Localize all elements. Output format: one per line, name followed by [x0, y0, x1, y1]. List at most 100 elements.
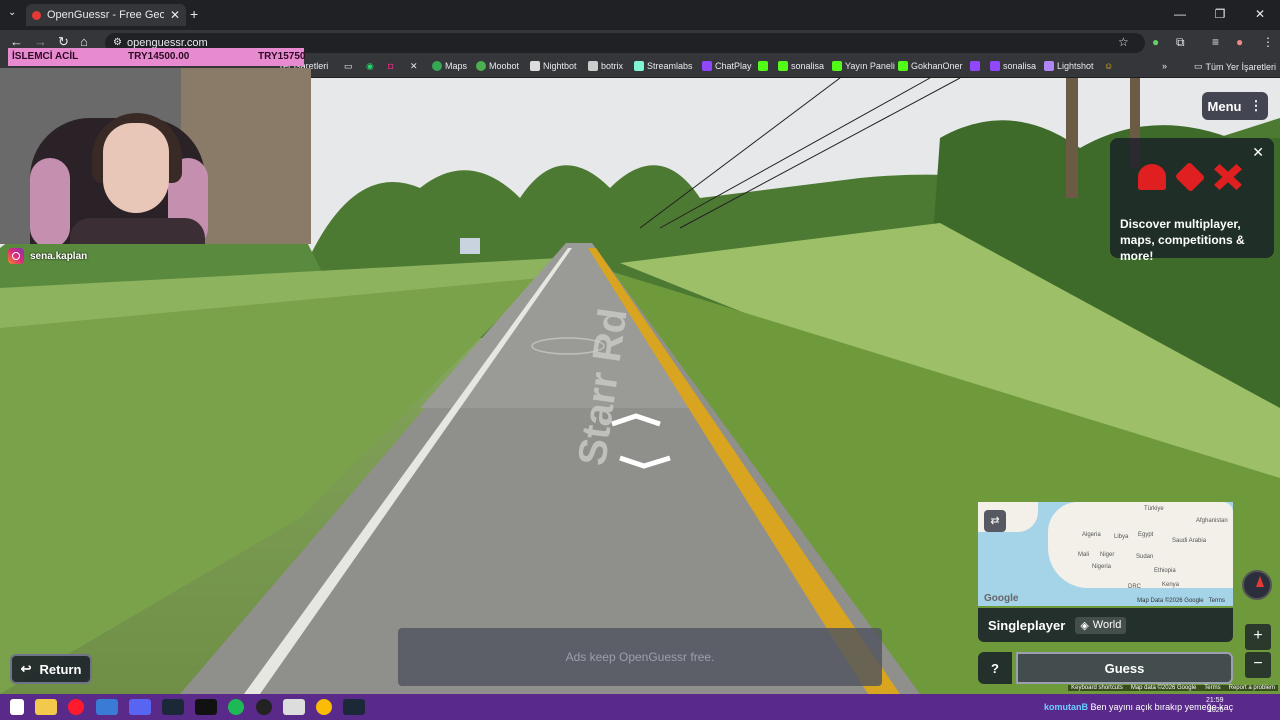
- map-label: Nigeria: [1092, 564, 1112, 570]
- steam-icon[interactable]: [343, 699, 366, 715]
- twitch-logo-icon: [970, 61, 980, 71]
- keyboard-shortcuts-link[interactable]: Keyboard shortcuts: [1071, 685, 1123, 691]
- bookmark-label: Nightbot: [543, 61, 577, 71]
- window-controls: — ❐ ✕: [1160, 0, 1280, 30]
- restore-icon[interactable]: ❐: [1200, 0, 1240, 30]
- ticker-user: komutanB: [1044, 702, 1089, 712]
- return-arrow-icon: ↩: [20, 661, 32, 676]
- forward-icon[interactable]: →: [34, 34, 47, 49]
- streetview-footer: Keyboard shortcuts Map data ©2026 Google…: [1068, 685, 1278, 691]
- tab-openguessr[interactable]: OpenGuessr - Free GeoGue ✕: [26, 4, 186, 26]
- bookmark-nightbot[interactable]: Nightbot: [530, 61, 577, 71]
- menu-button[interactable]: Menu ⋮: [1202, 92, 1268, 120]
- compass-icon[interactable]: [1242, 570, 1272, 600]
- bookmark-botrix[interactable]: botrix: [588, 61, 623, 71]
- folder-icon[interactable]: ▭: [344, 61, 353, 72]
- guess-button[interactable]: Guess: [1016, 652, 1233, 684]
- guess-minimap[interactable]: ⇄ Türkiye Afghanistan Algeria Libya Egyp…: [978, 502, 1233, 606]
- clock-time: 21:59: [1206, 697, 1224, 704]
- goal-title: İSLEMCİ ACİL: [12, 51, 79, 62]
- map-terms-link[interactable]: Terms: [1209, 598, 1225, 604]
- streamer-body: [70, 218, 205, 244]
- twitch-icon[interactable]: [970, 61, 980, 71]
- kebab-menu-icon: ⋮: [1249, 98, 1263, 113]
- new-tab-icon[interactable]: +: [190, 6, 198, 22]
- minimize-icon[interactable]: —: [1160, 0, 1200, 30]
- profile-avatar-icon[interactable]: ●: [1236, 35, 1243, 49]
- system-clock[interactable]: 21:59 2026: [1206, 696, 1224, 716]
- discord-icon[interactable]: [128, 699, 151, 715]
- bookmark-sonalisa-twitch[interactable]: sonalisa: [990, 61, 1036, 71]
- promo-card[interactable]: ✕ Discover multiplayer, maps, competitio…: [1110, 138, 1274, 263]
- extension-icon[interactable]: ●: [1152, 35, 1159, 49]
- terms-link[interactable]: Terms: [1204, 685, 1220, 691]
- return-label: Return: [39, 661, 82, 677]
- back-icon[interactable]: ←: [10, 34, 23, 49]
- map-filter-icon[interactable]: ⇄: [984, 510, 1006, 532]
- map-selector[interactable]: ◈ World: [1075, 616, 1127, 634]
- whatsapp-icon[interactable]: ◉: [366, 61, 374, 72]
- bookmark-maps[interactable]: Maps: [432, 61, 467, 71]
- lightshot-icon: [1044, 61, 1054, 71]
- bookmark-all-folder[interactable]: ▭ Tüm Yer İşaretleri: [1194, 61, 1276, 72]
- emoji-icon[interactable]: ☺: [1104, 61, 1113, 71]
- opera-icon[interactable]: [68, 699, 85, 715]
- bookmark-streamlabs[interactable]: Streamlabs: [634, 61, 693, 71]
- file-explorer-icon[interactable]: [35, 699, 58, 715]
- streamer-face: [103, 123, 169, 213]
- epic-games-icon[interactable]: [195, 699, 218, 715]
- star-bookmark-icon[interactable]: ☆: [1118, 35, 1129, 49]
- media-icon[interactable]: ≡: [1212, 35, 1219, 49]
- webcam-feed: [0, 68, 311, 244]
- return-button[interactable]: ↩ Return: [10, 654, 92, 684]
- close-tab-icon[interactable]: ✕: [170, 8, 180, 22]
- home-icon[interactable]: ⌂: [80, 34, 88, 49]
- report-problem-link[interactable]: Report a problem: [1229, 685, 1275, 691]
- map-label: Ethiopia: [1154, 568, 1176, 574]
- map-label: Libya: [1114, 534, 1129, 540]
- spotify-icon[interactable]: [228, 699, 245, 715]
- map-attribution: Map Data ©2026 Google Terms: [1137, 598, 1225, 604]
- more-bookmarks-icon[interactable]: »: [1162, 61, 1167, 71]
- app-icon[interactable]: [95, 699, 118, 715]
- extensions-puzzle-icon[interactable]: ⧉: [1176, 35, 1185, 50]
- map-data-text: Map data ©2026 Google: [1130, 685, 1197, 691]
- browser-tab-bar: ⌄ OpenGuessr - Free GeoGue ✕ + — ❐ ✕: [0, 0, 1280, 30]
- bookmark-label: ChatPlay: [715, 61, 752, 71]
- steam-icon[interactable]: [161, 699, 184, 715]
- windows-start-icon[interactable]: [10, 699, 24, 715]
- bookmark-moobot[interactable]: Moobot: [476, 61, 519, 71]
- bookmark-label: sonalisa: [791, 61, 825, 71]
- bookmark-sonalisa[interactable]: sonalisa: [778, 61, 824, 71]
- tab-search-icon[interactable]: ⌄: [8, 7, 16, 18]
- close-window-icon[interactable]: ✕: [1240, 0, 1280, 30]
- map-label: Algeria: [1082, 532, 1101, 538]
- zoom-in-icon[interactable]: +: [1245, 624, 1271, 650]
- maps-icon: [432, 61, 442, 71]
- ad-text: Ads keep OpenGuessr free.: [565, 650, 715, 664]
- bookmark-lightshot[interactable]: Lightshot: [1044, 61, 1094, 71]
- promo-text: Discover multiplayer, maps, competitions…: [1120, 217, 1245, 263]
- close-promo-icon[interactable]: ✕: [1252, 144, 1264, 161]
- instagram-bookmark-icon[interactable]: ◘: [388, 61, 393, 71]
- map-label: DRC: [1128, 584, 1141, 590]
- kick-icon: [778, 61, 788, 71]
- chrome-icon[interactable]: [315, 699, 332, 715]
- bookmark-chatplay[interactable]: ChatPlay: [702, 61, 752, 71]
- kick-icon[interactable]: [758, 61, 768, 71]
- zoom-out-icon[interactable]: −: [1245, 652, 1271, 678]
- bookmark-yayin-paneli[interactable]: Yayın Paneli: [832, 61, 895, 71]
- bookmark-label: GokhanOner: [911, 61, 963, 71]
- browser-menu-icon[interactable]: ⋮: [1262, 35, 1274, 49]
- game-mode-label: Singleplayer: [988, 617, 1066, 633]
- guess-controls: ? Guess: [978, 652, 1233, 684]
- bookmark-gokhanoner[interactable]: GokhanOner: [898, 61, 963, 71]
- obs-icon[interactable]: [255, 699, 272, 715]
- google-logo: Google: [984, 593, 1019, 604]
- app-icon[interactable]: [282, 699, 305, 715]
- tab-title: OpenGuessr - Free GeoGue: [47, 9, 164, 21]
- nightbot-icon: [530, 61, 540, 71]
- x-icon[interactable]: ✕: [410, 61, 418, 72]
- help-button[interactable]: ?: [978, 652, 1012, 684]
- map-name: World: [1092, 619, 1122, 631]
